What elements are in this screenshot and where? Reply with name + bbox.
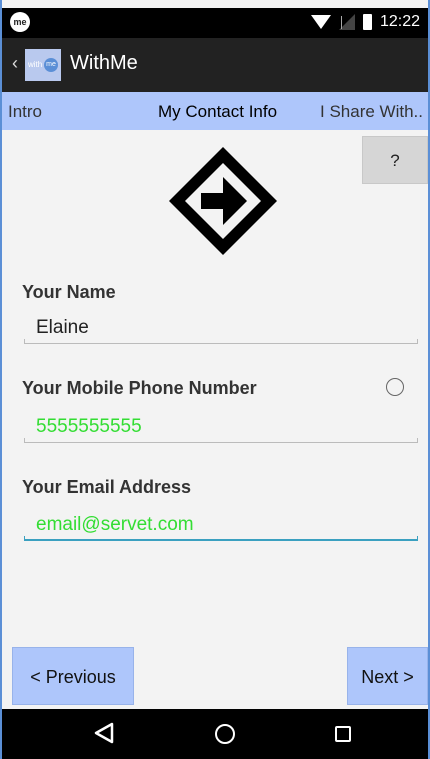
back-icon[interactable] [94,722,114,744]
battery-icon [362,14,372,30]
status-bar: me 12:22 [2,8,428,38]
tab-i-share-with[interactable]: I Share With.. [320,102,423,122]
email-label: Your Email Address [22,477,192,497]
home-icon[interactable] [215,724,235,744]
directions-arrow-icon [169,147,277,255]
phone-label: Your Mobile Phone Number [22,378,257,398]
wifi-icon [310,15,331,29]
tab-my-contact-info[interactable]: My Contact Info [158,102,277,122]
cell-signal-icon [338,14,355,30]
status-time: 12:22 [379,13,420,30]
help-button[interactable]: ? [362,136,428,184]
name-field[interactable]: Elaine [24,314,418,344]
name-value: Elaine [36,317,89,338]
name-label: Your Name [22,282,116,302]
app-title: WithMe [70,52,138,74]
next-button[interactable]: Next > [347,647,428,705]
tab-intro[interactable]: Intro [8,102,42,122]
phone-underline [24,438,418,443]
recent-apps-icon[interactable] [335,726,351,742]
action-bar: ‹ with me WithMe [2,38,428,92]
status-indicators: 12:22 [310,13,420,31]
email-field[interactable]: email@servet.com [24,511,418,541]
app-notification-icon: me [10,12,30,32]
phone-radio-button[interactable] [386,378,404,396]
app-logo-icon[interactable]: with me [25,49,61,81]
phone-field[interactable]: 5555555555 [24,413,418,443]
phone-value: 5555555555 [36,416,142,437]
previous-button[interactable]: < Previous [12,647,134,705]
up-navigation-icon[interactable]: ‹ [12,53,18,74]
name-underline [24,339,418,344]
tab-strip: Intro My Contact Info I Share With.. [2,92,428,130]
email-value: email@servet.com [36,514,194,535]
email-underline [24,536,418,541]
system-nav-bar [2,709,428,759]
